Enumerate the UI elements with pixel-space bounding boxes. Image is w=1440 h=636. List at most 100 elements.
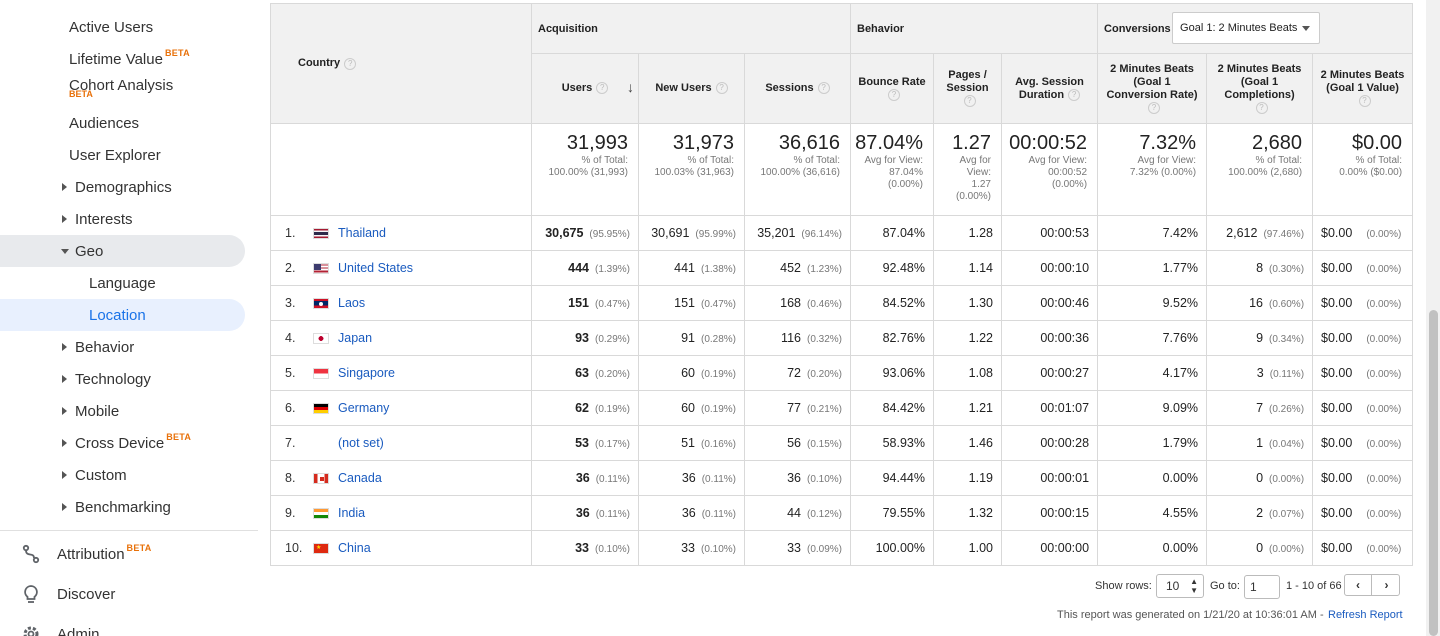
users-cell: 53 (0.17%) (531, 425, 639, 461)
beta-badge: BETA (166, 432, 192, 442)
country-link[interactable]: Japan (338, 331, 372, 345)
country-link[interactable]: (not set) (338, 436, 384, 450)
page-range: 1 - 10 of 66 (1286, 580, 1342, 592)
help-icon[interactable]: ? (1068, 88, 1081, 101)
sidebar-item-active-users[interactable]: Active Users (0, 11, 245, 43)
goal-value-column-header[interactable]: 2 Minutes Beats (Goal 1 Value)? (1312, 53, 1414, 124)
users-column-header[interactable]: Users? ↓ (531, 53, 639, 124)
country-link[interactable]: Singapore (338, 366, 395, 380)
avg-duration-column-header[interactable]: Avg. Session Duration? (1000, 53, 1099, 124)
help-icon[interactable]: ? (817, 82, 830, 95)
country-link[interactable]: China (338, 541, 371, 555)
new-users-column-header[interactable]: New Users? (638, 53, 745, 124)
bounce-rate-cell: 94.44% (850, 460, 934, 496)
country-link[interactable]: Germany (338, 401, 389, 415)
sidebar-item-custom[interactable]: Custom (0, 459, 245, 491)
bounce-rate-column-header[interactable]: Bounce Rate? (850, 53, 934, 124)
table-row: 6. Germany 62 (0.19%) 60 (0.19%) 77 (0.21%) … (270, 390, 1414, 426)
country-link[interactable]: Canada (338, 471, 382, 485)
goal-value-cell: $0.00 (0.00%) (1312, 320, 1414, 356)
show-rows-label: Show rows: (1095, 580, 1152, 592)
sidebar-item-label: Benchmarking (75, 498, 171, 516)
sidebar-item-label: Geo (75, 242, 104, 260)
goal-value-cell: $0.00 (0.00%) (1312, 355, 1414, 391)
goal-completions-column-header[interactable]: 2 Minutes Beats (Goal 1 Completions)? (1206, 53, 1314, 124)
goal-rate-column-header[interactable]: 2 Minutes Beats (Goal 1 Conversion Rate)… (1097, 53, 1208, 124)
help-icon[interactable]: ? (1358, 95, 1371, 108)
sort-arrow-down-icon: ↓ (627, 79, 634, 95)
sidebar-item-mobile[interactable]: Mobile (0, 395, 245, 427)
country-link[interactable]: India (338, 506, 365, 520)
sidebar-item-benchmarking[interactable]: Benchmarking (0, 491, 245, 523)
help-icon[interactable]: ? (963, 95, 976, 108)
sidebar-item-language[interactable]: Language (0, 267, 245, 299)
goal-value-cell: $0.00 (0.00%) (1312, 285, 1414, 321)
help-icon[interactable]: ? (1255, 101, 1268, 114)
sidebar-item-interests[interactable]: Interests (0, 203, 245, 235)
pages-session-column-header[interactable]: Pages / Session? (933, 53, 1002, 124)
help-icon[interactable]: ? (888, 88, 900, 101)
sidebar-item-admin[interactable]: Admin (0, 617, 245, 636)
conversions-group-header: Conversions Goal 1: 2 Minutes Beats (1097, 3, 1414, 54)
help-icon[interactable]: ? (344, 57, 357, 70)
next-page-button[interactable]: › (1373, 575, 1400, 595)
country-link[interactable]: Laos (338, 296, 365, 310)
goto-page-input[interactable]: 1 (1244, 575, 1280, 599)
country-cell: 9. India (270, 495, 532, 531)
country-link[interactable]: United States (338, 261, 413, 275)
sidebar-item-label: User Explorer (69, 146, 161, 164)
goto-label: Go to: (1210, 580, 1240, 592)
goal-rate-cell: 0.00% (1097, 460, 1208, 496)
help-icon[interactable]: ? (596, 82, 609, 95)
sidebar-item-behavior[interactable]: Behavior (0, 331, 245, 363)
collapse-arrow-icon (61, 249, 69, 254)
sidebar-item-cohort-analysis[interactable]: Cohort Analysis BETA (0, 69, 245, 101)
refresh-report-link[interactable]: Refresh Report (1328, 609, 1403, 621)
beta-badge: BETA (164, 48, 190, 58)
sidebar-item-technology[interactable]: Technology (0, 363, 245, 395)
sidebar-item-attribution[interactable]: Attribution BETA (0, 537, 245, 571)
sidebar-item-cross-device[interactable]: Cross Device BETA (0, 427, 245, 459)
india-flag-icon (313, 508, 329, 520)
table-row: 1. Thailand 30,675 (95.95%) 30,691 (95.99%)… (270, 215, 1414, 251)
sidebar-item-label: Discover (57, 585, 116, 603)
sidebar-item-geo[interactable]: Geo (0, 235, 245, 267)
germany-flag-icon (313, 403, 329, 415)
vertical-scrollbar[interactable] (1426, 0, 1440, 636)
row-index: 6. (285, 401, 296, 415)
users-cell: 63 (0.20%) (531, 355, 639, 391)
beta-badge: BETA (126, 543, 152, 553)
new-users-cell: 151 (0.47%) (638, 285, 745, 321)
country-cell: 2. United States (270, 250, 532, 286)
users-cell: 36 (0.11%) (531, 460, 639, 496)
bounce-rate-cell: 58.93% (850, 425, 934, 461)
expand-arrow-icon (62, 183, 67, 191)
sessions-cell: 168 (0.46%) (744, 285, 851, 321)
goal-rate-cell: 7.42% (1097, 215, 1208, 251)
help-icon[interactable]: ? (715, 82, 728, 95)
goal-select[interactable]: Goal 1: 2 Minutes Beats (1172, 12, 1321, 44)
sidebar-item-label: Admin (57, 625, 100, 636)
sidebar-divider (0, 530, 258, 531)
country-cell: 4. Japan (270, 320, 532, 356)
sidebar-item-discover[interactable]: Discover (0, 577, 245, 611)
help-icon[interactable]: ? (1148, 101, 1161, 114)
new-users-cell: 60 (0.19%) (638, 390, 745, 426)
sidebar-item-audiences[interactable]: Audiences (0, 107, 245, 139)
sidebar-item-user-explorer[interactable]: User Explorer (0, 139, 245, 171)
sidebar-item-demographics[interactable]: Demographics (0, 171, 245, 203)
country-link[interactable]: Thailand (338, 226, 386, 240)
beta-badge: BETA (69, 89, 93, 99)
china-flag-icon: ★ (313, 543, 329, 555)
prev-page-button[interactable]: ‹ (1345, 575, 1372, 595)
sidebar-item-location[interactable]: Location (0, 299, 245, 331)
avg-duration-cell: 00:00:46 (1000, 285, 1099, 321)
sessions-cell: 56 (0.15%) (744, 425, 851, 461)
scrollbar-thumb[interactable] (1429, 310, 1438, 636)
sessions-column-header[interactable]: Sessions? (744, 53, 851, 124)
show-rows-select[interactable]: 10 ▲ ▼ (1156, 574, 1204, 598)
users-cell: 62 (0.19%) (531, 390, 639, 426)
country-header[interactable]: Country? (270, 3, 532, 124)
bounce-rate-cell: 87.04% (850, 215, 934, 251)
total-sessions: 36,616% of Total: 100.00% (36,616) (744, 123, 851, 216)
